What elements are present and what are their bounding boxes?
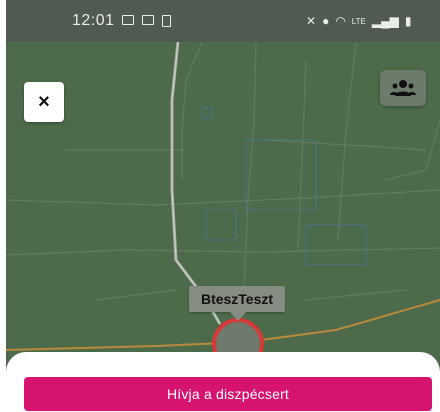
- wifi-icon: ◠: [335, 14, 346, 28]
- status-icons-left: [122, 15, 171, 27]
- marker-label-pointer: [230, 312, 246, 321]
- status-icons-right: ✕ ● ◠ LTE ▂▄▆ ▮: [306, 14, 411, 28]
- status-time: 12:01: [72, 12, 115, 29]
- call-dispatcher-button[interactable]: Hívja a diszpécsert: [24, 377, 432, 411]
- close-icon: ×: [38, 90, 50, 113]
- phone-icon: [162, 15, 171, 27]
- phone-screen: 12:01 ✕ ● ◠ LTE ▂▄▆ ▮ × BteszTeszt Hívja…: [6, 0, 440, 412]
- group-icon: [390, 80, 416, 96]
- close-button[interactable]: ×: [24, 82, 64, 122]
- status-bar: 12:01 ✕ ● ◠ LTE ▂▄▆ ▮: [6, 0, 440, 42]
- map-canvas: [6, 41, 440, 370]
- image-icon: [122, 15, 134, 25]
- battery-icon: ▮: [404, 14, 412, 28]
- map-view[interactable]: [6, 0, 440, 412]
- mute-icon: ✕: [306, 14, 317, 28]
- media-icon: [142, 15, 154, 25]
- location-icon: ●: [322, 14, 330, 28]
- marker-label: BteszTeszt: [189, 286, 285, 312]
- network-text: LTE: [351, 16, 366, 26]
- users-button[interactable]: [380, 70, 426, 106]
- signal-icon: ▂▄▆: [371, 14, 399, 28]
